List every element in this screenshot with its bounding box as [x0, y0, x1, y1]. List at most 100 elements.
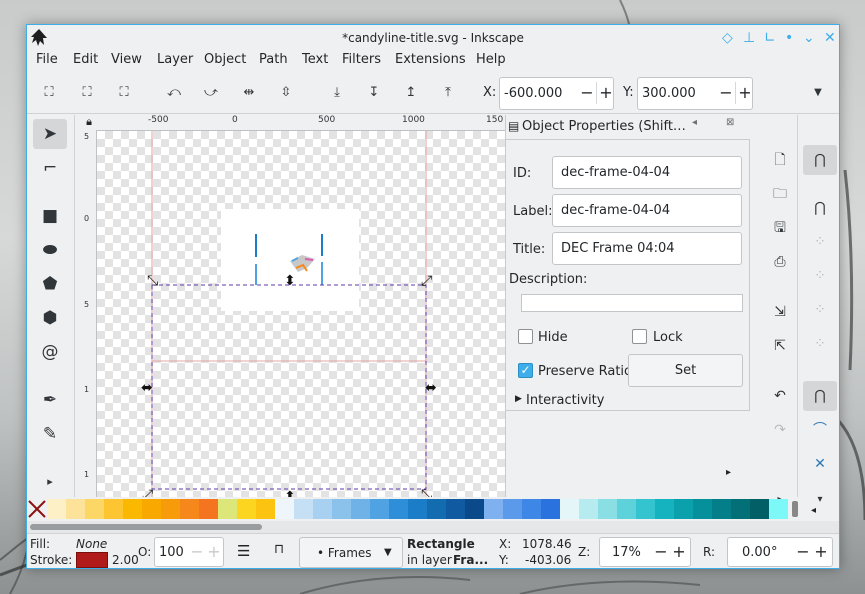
y-value[interactable]: 300.000 [642, 86, 696, 101]
palette-swatch[interactable] [655, 499, 674, 519]
selector-tool-icon[interactable]: ➤ [33, 119, 67, 149]
current-layer-dropdown[interactable]: • Frames ▼ [299, 537, 403, 568]
close-icon[interactable]: ✕ [824, 31, 836, 45]
dock-tab-header[interactable]: ▤ Object Properties (Shift… ◂ ⊠ [506, 115, 750, 139]
lower-icon[interactable]: ↧ [364, 83, 384, 103]
fill-value[interactable]: None [76, 537, 107, 551]
lower-to-bottom-icon[interactable]: ⤓ [327, 83, 347, 103]
title-card-background[interactable] [221, 209, 359, 311]
snap-intersections-icon[interactable]: ✕ [803, 449, 837, 479]
palette-swatch[interactable] [313, 499, 332, 519]
palette-swatch[interactable] [579, 499, 598, 519]
palette-swatch[interactable] [769, 499, 788, 519]
resize-corner-icon[interactable]: ∟ [764, 31, 776, 45]
expander-arrow-icon[interactable]: ▶ [515, 394, 522, 404]
id-value[interactable]: dec-frame-04-04 [561, 165, 670, 180]
snap-bbox-icon[interactable]: ⋂ [803, 193, 837, 223]
scale-handle-top-left[interactable]: ⤡ [147, 273, 158, 289]
palette-swatch[interactable] [85, 499, 104, 519]
label-value[interactable]: dec-frame-04-04 [561, 203, 670, 218]
palette-swatch[interactable] [427, 499, 446, 519]
palette-menu-icon[interactable]: ◂ [811, 505, 816, 516]
y-decrement-button[interactable]: − [717, 82, 735, 104]
snap-bbox-centers-icon[interactable]: ⁘ [803, 329, 837, 359]
palette-swatch[interactable] [256, 499, 275, 519]
scale-handle-left[interactable]: ⬌ [141, 380, 153, 396]
dock-close-icon[interactable]: ⊠ [726, 117, 734, 128]
title-bar[interactable]: *candyline-title.svg - Inkscape ◇ ⊥ ∟ • … [27, 25, 839, 51]
dock-iconify-icon[interactable]: ◂ [692, 117, 697, 128]
palette-swatch[interactable] [161, 499, 180, 519]
preserve-ratio-checkbox[interactable]: ✓ [518, 363, 533, 378]
y-spinbox[interactable]: 300.000 − + [637, 77, 753, 110]
scale-handle-bottom[interactable]: ⬍ [284, 489, 296, 497]
x-spinbox[interactable]: -600.000 − + [499, 77, 614, 110]
opacity-value[interactable]: 100 [159, 545, 184, 560]
snap-nodes-icon[interactable]: ⋂ [803, 381, 837, 411]
opacity-spinbox[interactable]: 100 − + [154, 537, 224, 567]
minimize-icon[interactable]: ⌄ [803, 31, 815, 45]
scale-handle-top[interactable]: ⬍ [284, 273, 296, 289]
palette-swatch[interactable] [674, 499, 693, 519]
palette-swatch[interactable] [123, 499, 142, 519]
scale-handle-top-right[interactable]: ⤢ [421, 273, 432, 289]
snap-bbox-edges-icon[interactable]: ⁘ [803, 227, 837, 257]
new-document-icon[interactable]: 🗋︎ [763, 145, 797, 175]
zoom-value[interactable]: 17% [612, 545, 641, 560]
star-tool-icon[interactable]: ⬟ [33, 269, 67, 299]
hide-checkbox[interactable] [518, 329, 533, 344]
horizontal-scrollbar[interactable] [27, 521, 839, 533]
on-all-desktops-icon[interactable]: • [785, 31, 793, 45]
menu-edit[interactable]: Edit [73, 52, 98, 67]
x-value[interactable]: -600.000 [504, 86, 562, 101]
dock-scroll-right-icon[interactable]: ▸ [726, 467, 731, 478]
palette-swatch[interactable] [560, 499, 579, 519]
snap-paths-icon[interactable]: ⌒ [803, 415, 837, 445]
palette-swatch[interactable] [465, 499, 484, 519]
3d-box-tool-icon[interactable]: ⬢ [33, 303, 67, 333]
menu-file[interactable]: File [36, 52, 58, 67]
menu-object[interactable]: Object [204, 52, 246, 67]
palette-swatch[interactable] [47, 499, 66, 519]
menu-help[interactable]: Help [476, 52, 506, 67]
set-button[interactable]: Set [628, 354, 743, 387]
label-field[interactable]: dec-frame-04-04 [552, 194, 742, 227]
snap-bbox-corners-icon[interactable]: ⁘ [803, 261, 837, 291]
horizontal-scrollbar-thumb[interactable] [30, 524, 262, 530]
spiral-tool-icon[interactable]: @ [33, 337, 67, 367]
palette-swatch[interactable] [484, 499, 503, 519]
menu-text[interactable]: Text [302, 52, 328, 67]
palette-swatch[interactable] [503, 499, 522, 519]
palette-swatch[interactable] [351, 499, 370, 519]
guide-lock-icon[interactable]: 🔒︎ [82, 115, 96, 131]
title-field[interactable]: DEC Frame 04:04 [552, 232, 742, 265]
more-controls-chevron-icon[interactable]: ▼ [808, 83, 828, 103]
deselect-icon[interactable]: ⛶ [114, 83, 134, 103]
rotation-value[interactable]: 0.00° [742, 545, 777, 560]
save-document-icon[interactable]: 🖫︎ [763, 213, 797, 243]
id-field[interactable]: dec-frame-04-04 [552, 156, 742, 189]
flip-horizontal-icon[interactable]: ⇹ [239, 83, 259, 103]
palette-swatch[interactable] [66, 499, 85, 519]
layer-lock-icon[interactable]: ⊓ [274, 542, 284, 557]
redo-icon[interactable]: ↷ [763, 415, 797, 445]
rotation-increment-button[interactable]: + [812, 541, 830, 563]
selected-frame-rect[interactable] [151, 284, 427, 490]
rectangle-tool-icon[interactable]: ■ [33, 201, 67, 231]
palette-swatch[interactable] [142, 499, 161, 519]
more-tools-chevron-icon[interactable]: ▸ [33, 467, 67, 497]
rotation-decrement-button[interactable]: − [794, 541, 812, 563]
undo-icon[interactable]: ↶ [763, 381, 797, 411]
palette-swatch[interactable] [712, 499, 731, 519]
y-increment-button[interactable]: + [736, 82, 754, 104]
rotate-cw-icon[interactable]: ⤻ [201, 83, 221, 103]
palette-swatch[interactable] [522, 499, 541, 519]
menu-view[interactable]: View [111, 52, 142, 67]
keep-above-icon[interactable]: ◇ [722, 31, 733, 45]
lock-checkbox[interactable] [632, 329, 647, 344]
shade-icon[interactable]: ⊥ [743, 31, 755, 45]
node-tool-icon[interactable]: ⌐ [33, 153, 67, 183]
open-document-icon[interactable]: 🗀︎ [763, 179, 797, 209]
print-icon[interactable]: ⎙ [763, 247, 797, 277]
palette-swatch[interactable] [294, 499, 313, 519]
